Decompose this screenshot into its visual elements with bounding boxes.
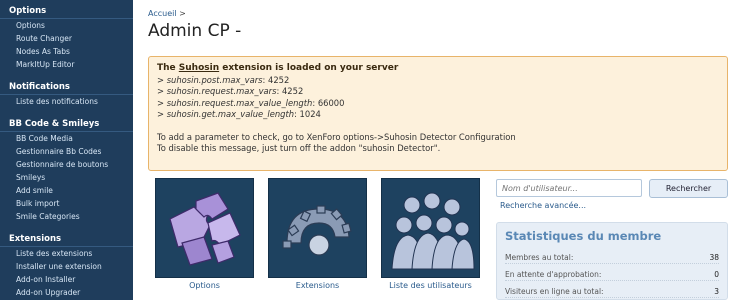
users-tile-label[interactable]: Liste des utilisateurs bbox=[381, 281, 480, 290]
sidebar-section-bbcode: BB Code & Smileys BB Code Media Gestionn… bbox=[0, 116, 133, 223]
sidebar-section-options: Options Options Route Changer Nodes As T… bbox=[0, 3, 133, 71]
sidebar-section-title[interactable]: Options bbox=[0, 3, 133, 19]
sidebar-item-add-smile[interactable]: Add smile bbox=[0, 184, 133, 197]
users-icon bbox=[391, 192, 475, 270]
username-search-input[interactable] bbox=[496, 179, 642, 197]
puzzle-icon bbox=[169, 192, 241, 266]
sidebar-item-bbcode-media[interactable]: BB Code Media bbox=[0, 132, 133, 145]
breadcrumb: Accueil > bbox=[148, 9, 186, 18]
sidebar-item-extensions-list[interactable]: Liste des extensions bbox=[0, 247, 133, 260]
sidebar-item-options[interactable]: Options bbox=[0, 19, 133, 32]
breadcrumb-separator: > bbox=[179, 9, 186, 18]
notice-line: > suhosin.post.max_vars: 4252 bbox=[157, 74, 290, 85]
sidebar-item-addon-installer[interactable]: Add-on Installer bbox=[0, 273, 133, 286]
sidebar-section-notifications: Notifications Liste des notifications bbox=[0, 79, 133, 108]
stat-label: Membres au total: bbox=[505, 253, 574, 262]
admin-sidebar: Options Options Route Changer Nodes As T… bbox=[0, 0, 133, 300]
suhosin-notice: The Suhosin extension is loaded on your … bbox=[148, 56, 728, 171]
sidebar-section-extensions: Extensions Liste des extensions Installe… bbox=[0, 231, 133, 299]
stat-value: 0 bbox=[714, 270, 719, 279]
gear-icon bbox=[282, 205, 352, 256]
stat-label: Visiteurs en ligne au total: bbox=[505, 287, 604, 296]
notice-footer-disable: To disable this message, just turn off t… bbox=[157, 143, 441, 153]
notice-footer-config: To add a parameter to check, go to XenFo… bbox=[157, 131, 516, 142]
sidebar-item-route-changer[interactable]: Route Changer bbox=[0, 32, 133, 45]
users-tile[interactable] bbox=[381, 178, 480, 278]
suhosin-link[interactable]: Suhosin bbox=[179, 63, 219, 73]
stat-value: 38 bbox=[709, 253, 719, 262]
search-button[interactable]: Rechercher bbox=[649, 179, 728, 198]
page-title: Admin CP - bbox=[148, 21, 242, 41]
options-tile-label[interactable]: Options bbox=[155, 281, 254, 290]
member-stats-panel: Statistiques du membre Membres au total:… bbox=[496, 222, 728, 300]
options-tile[interactable] bbox=[155, 178, 254, 278]
sidebar-item-markitup-editor[interactable]: MarkItUp Editor bbox=[0, 58, 133, 71]
sidebar-item-addon-upgrader[interactable]: Add-on Upgrader bbox=[0, 286, 133, 299]
stat-value: 3 bbox=[714, 287, 719, 296]
stat-row: Membres au total: 38 bbox=[505, 251, 719, 264]
stat-row: Visiteurs en ligne au total: 3 bbox=[505, 285, 719, 298]
notice-line: > suhosin.request.max_value_length: 6600… bbox=[157, 97, 345, 108]
sidebar-item-smile-categories[interactable]: Smile Categories bbox=[0, 210, 133, 223]
sidebar-item-button-manager[interactable]: Gestionnaire de boutons bbox=[0, 158, 133, 171]
sidebar-section-title[interactable]: Notifications bbox=[0, 79, 133, 95]
breadcrumb-home-link[interactable]: Accueil bbox=[148, 9, 177, 18]
sidebar-item-smileys[interactable]: Smileys bbox=[0, 171, 133, 184]
stat-label: En attente d'approbation: bbox=[505, 270, 602, 279]
sidebar-item-bbcode-manager[interactable]: Gestionnaire Bb Codes bbox=[0, 145, 133, 158]
notice-line: > suhosin.request.max_vars: 4252 bbox=[157, 86, 304, 96]
main-content: Accueil > Admin CP - The Suhosin extensi… bbox=[133, 0, 742, 300]
sidebar-item-install-extension[interactable]: Installer une extension bbox=[0, 260, 133, 273]
notice-line: > suhosin.get.max_value_length: 1024 bbox=[157, 109, 321, 119]
sidebar-item-nodes-as-tabs[interactable]: Nodes As Tabs bbox=[0, 45, 133, 58]
stats-title: Statistiques du membre bbox=[505, 229, 662, 243]
sidebar-item-notifications-list[interactable]: Liste des notifications bbox=[0, 95, 133, 108]
sidebar-item-bulk-import[interactable]: Bulk import bbox=[0, 197, 133, 210]
extensions-tile[interactable] bbox=[268, 178, 367, 278]
sidebar-section-title[interactable]: BB Code & Smileys bbox=[0, 116, 133, 132]
stat-row: En attente d'approbation: 0 bbox=[505, 268, 719, 281]
extensions-tile-label[interactable]: Extensions bbox=[268, 281, 367, 290]
advanced-search-link[interactable]: Recherche avancée... bbox=[500, 201, 586, 210]
notice-heading: The Suhosin extension is loaded on your … bbox=[157, 63, 399, 73]
sidebar-section-title[interactable]: Extensions bbox=[0, 231, 133, 247]
